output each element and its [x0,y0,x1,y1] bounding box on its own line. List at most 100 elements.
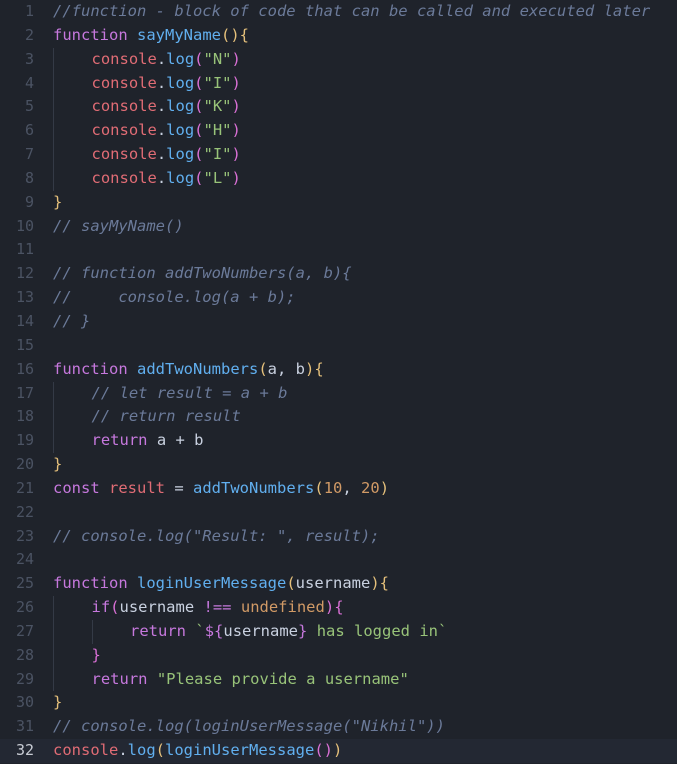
code-line[interactable]: 25 function loginUserMessage(username){ [0,572,677,596]
code-line[interactable]: 11 [0,238,677,262]
code-token: console [53,741,119,760]
indent-guide [53,619,54,644]
code-token: "L" [203,168,232,187]
code-line[interactable]: 2 function sayMyName(){ [0,24,677,48]
code-token: . [156,49,167,68]
code-line[interactable]: 32 console.log(loginUserMessage()) [0,739,677,763]
code-token: } [91,645,101,664]
code-token: ) [231,73,241,92]
code-token: addTwoNumbers [193,478,315,497]
code-line[interactable]: 16 function addTwoNumbers(a, b){ [0,358,677,382]
code-token: console [91,73,157,92]
code-token: username [119,598,204,617]
code-line[interactable]: 26 if(username !== undefined){ [0,596,677,620]
line-number: 5 [24,97,34,116]
code-line[interactable]: 9} [0,191,677,215]
code-token: log [166,97,195,116]
indent-guide [53,47,54,72]
indent-guide [53,166,54,191]
indent-guide [53,143,54,167]
code-line[interactable]: 13 // console.log(a + b); [0,286,677,310]
code-line[interactable]: 30} [0,691,677,715]
code-text: console.log("K") [92,95,241,119]
code-token: console [91,121,157,140]
code-token: ( [194,121,204,140]
code-line[interactable]: 21 const result = addTwoNumbers(10, 20) [0,477,677,501]
code-text: //function - block of code that can be c… [53,0,650,24]
code-line[interactable]: 7 console.log("I") [0,143,677,167]
code-line[interactable]: 8 console.log("L") [0,166,677,191]
code-line[interactable]: 20} [0,453,677,477]
line-number: 28 [15,645,34,664]
code-token: ) [333,741,343,760]
code-line[interactable]: 18 // return result [0,405,677,430]
code-line[interactable]: 28} [0,643,677,668]
code-token: addTwoNumbers [137,359,259,378]
code-text: // return result [92,405,241,429]
line-number: 21 [15,478,34,497]
code-token: log [127,741,156,760]
indent-guide [53,596,54,620]
code-text: console.log("N") [92,48,241,72]
indent-guide [53,119,54,144]
code-line[interactable]: 31 // console.log(loginUserMessage("Nikhi… [0,715,677,739]
code-line[interactable]: 15 [0,334,677,358]
code-line[interactable]: 5 console.log("K") [0,95,677,120]
code-token: "N" [203,49,232,68]
code-line[interactable]: 3 console.log("N") [0,47,677,72]
code-line[interactable]: 23 // console.log("Result: ", result); [0,525,677,549]
line-number: 32 [15,741,34,760]
code-text: function sayMyName(){ [53,24,249,48]
code-token: ) [324,598,335,617]
code-token: ) [305,359,315,378]
code-editor[interactable]: 1 //function - block of code that can be … [0,0,677,764]
code-line[interactable]: 17 // let result = a + b [0,381,677,406]
code-text: if(username !== undefined){ [92,596,344,620]
code-token: ) [231,168,241,187]
line-number: 30 [15,693,34,712]
code-token: log [166,168,195,187]
code-line[interactable]: 29 return "Please provide a username" [0,667,677,692]
code-token: console [91,97,157,116]
code-token: ( [155,741,166,760]
code-line[interactable]: 1 //function - block of code that can be … [0,0,677,24]
code-line[interactable]: 4 console.log("I") [0,71,677,96]
code-text: // console.log("Result: ", result); [53,525,380,549]
code-token: log [166,145,195,164]
code-line[interactable]: 19 return a + b [0,429,677,454]
code-token: ) [370,574,380,593]
code-token: log [166,121,195,140]
code-line[interactable]: 10 // sayMyName() [0,215,677,239]
line-number: 15 [15,335,34,354]
code-line[interactable]: 27 return `${username} has logged in` [0,619,677,644]
code-token: !== [203,598,232,617]
line-number: 25 [15,574,34,593]
indent-guide [53,95,54,120]
code-token: ( [314,478,324,497]
code-token: sayMyName [137,25,221,44]
indent-guide [53,643,54,668]
code-line[interactable]: 24 [0,548,677,572]
code-token: ( [286,574,296,593]
code-line[interactable]: 22 [0,501,677,525]
code-text: // function addTwoNumbers(a, b){ [53,262,352,286]
code-token: // console.log(a + b); [53,288,296,307]
code-line[interactable]: 12 // function addTwoNumbers(a, b){ [0,262,677,286]
code-token: } [53,192,63,211]
code-line[interactable]: 6 console.log("H") [0,119,677,144]
code-token: ( [194,97,204,116]
indent-guide [91,619,93,644]
code-token: loginUserMessage [137,574,287,593]
code-text: // console.log(a + b); [53,286,296,310]
code-token: const [53,478,100,497]
line-number: 8 [24,168,34,187]
code-token: undefined [240,598,325,617]
code-line[interactable]: 14 // } [0,310,677,334]
line-number: 6 [24,121,34,140]
indent-guide [53,381,54,406]
code-token: ) [231,97,241,116]
code-token: ( [194,145,204,164]
code-token: } [53,693,63,712]
